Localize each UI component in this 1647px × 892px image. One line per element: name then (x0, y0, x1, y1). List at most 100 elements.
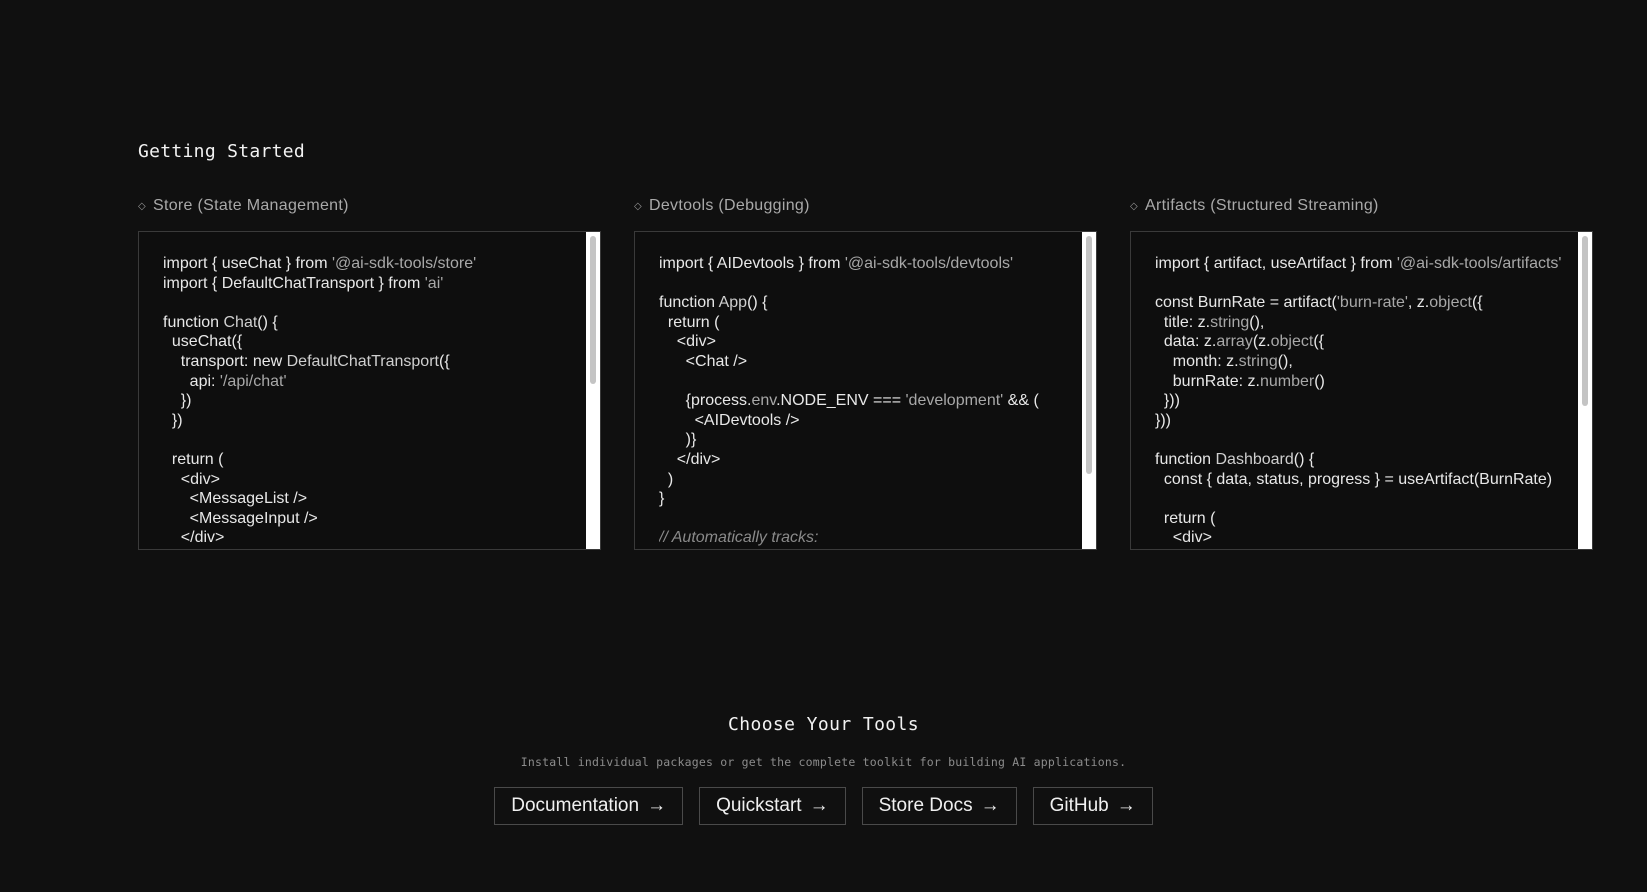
quickstart-button[interactable]: Quickstart → (699, 787, 846, 825)
code-token: Chat (223, 313, 258, 331)
code-token: ({ (438, 352, 450, 370)
documentation-button[interactable]: Documentation → (494, 787, 684, 825)
code-token: Dashboard (1215, 450, 1294, 468)
store-code: import { useChat } from '@ai-sdk-tools/s… (163, 254, 584, 548)
code-token: '/api/chat' (219, 372, 287, 390)
devtools-code-scrollbar[interactable] (1082, 232, 1096, 549)
code-token: function (163, 313, 224, 331)
code-line: month: z.string(), (1155, 352, 1576, 372)
code-line: } (659, 489, 1080, 509)
documentation-button-label: Documentation (511, 795, 640, 816)
code-line: useChat({ (163, 332, 584, 352)
code-token: '@ai-sdk-tools/artifacts' (1396, 255, 1562, 272)
artifacts-header: ◇ Artifacts (Structured Streaming) (1130, 195, 1593, 217)
devtools-code: import { AIDevtools } from '@ai-sdk-tool… (659, 254, 1080, 548)
store-docs-button-label: Store Docs (878, 795, 973, 816)
code-line: return ( (659, 313, 1080, 333)
devtools-header: ◇ Devtools (Debugging) (634, 195, 1097, 217)
code-token: (), (1277, 352, 1293, 370)
code-line: import { artifact, useArtifact } from '@… (1155, 254, 1576, 274)
code-token: string (1238, 352, 1278, 370)
code-token: return ( (1155, 509, 1216, 527)
code-token: {process. (659, 392, 752, 410)
code-line: function Dashboard() { (1155, 450, 1576, 470)
code-token: </div> (163, 529, 225, 547)
code-token: number (1259, 372, 1315, 390)
code-line: <MessageInput /> (163, 509, 584, 529)
artifacts-column: ◇ Artifacts (Structured Streaming) impor… (1130, 195, 1593, 550)
code-token: })) (1155, 392, 1180, 410)
code-token: useChat({ (163, 333, 243, 351)
code-token: import { AIDevtools } from (659, 255, 845, 272)
code-token: 'ai' (424, 274, 444, 292)
code-token: ) (659, 470, 674, 488)
artifacts-code-scroll-thumb[interactable] (1582, 236, 1588, 406)
code-token: }) (163, 392, 192, 410)
arrow-right-icon: → (647, 795, 667, 816)
code-token: )} (659, 431, 697, 449)
code-token: ({ (1471, 294, 1483, 312)
code-line: </div> (163, 528, 584, 548)
diamond-icon: ◇ (634, 200, 642, 212)
code-token: title: z. (1155, 313, 1211, 331)
code-token: .NODE_ENV === (776, 392, 906, 410)
choose-tools-subtitle: Install individual packages or get the c… (520, 755, 1127, 769)
code-token: }) (163, 411, 183, 429)
choose-tools-title: Choose Your Tools (727, 714, 920, 735)
code-line: data: z.array(z.object({ (1155, 332, 1576, 352)
code-token: () (1314, 372, 1325, 390)
code-token: </div> (659, 450, 721, 468)
code-token: return ( (659, 313, 720, 331)
store-docs-button[interactable]: Store Docs → (861, 787, 1017, 825)
code-token: burnRate: z. (1155, 372, 1260, 390)
code-line: return ( (1155, 509, 1576, 529)
artifacts-code-scrollbar[interactable] (1578, 232, 1592, 549)
code-line: <Chat /> (659, 352, 1080, 372)
code-token: (z. (1252, 333, 1271, 351)
code-line: function App() { (659, 293, 1080, 313)
arrow-right-icon: → (809, 795, 829, 816)
store-code-scroll-thumb[interactable] (590, 236, 596, 384)
code-line: function Chat() { (163, 313, 584, 333)
code-token: '@ai-sdk-tools/store' (331, 255, 477, 272)
code-line: {process.env.NODE_ENV === 'development' … (659, 391, 1080, 411)
arrow-right-icon: → (1116, 795, 1136, 816)
code-token: '@ai-sdk-tools/devtools' (844, 255, 1014, 272)
code-token: function (1155, 450, 1216, 468)
code-token: object (1270, 333, 1314, 351)
code-token: (), (1249, 313, 1265, 331)
code-line: // Automatically tracks: (659, 528, 1080, 548)
code-token: function (659, 294, 719, 312)
store-column: ◇ Store (State Management) import { useC… (138, 195, 601, 550)
store-code-scrollbar[interactable] (586, 232, 600, 549)
code-token: <Chat /> (659, 352, 748, 370)
store-code-block[interactable]: import { useChat } from '@ai-sdk-tools/s… (138, 231, 601, 550)
code-line: import { useChat } from '@ai-sdk-tools/s… (163, 254, 584, 274)
code-token: ({ (1313, 333, 1324, 351)
artifacts-code-block[interactable]: import { artifact, useArtifact } from '@… (1130, 231, 1593, 550)
code-token: transport: new (163, 352, 287, 370)
code-line: burnRate: z.number() (1155, 372, 1576, 392)
diamond-icon: ◇ (138, 200, 146, 212)
github-button[interactable]: GitHub → (1032, 787, 1153, 825)
page: Getting Started ◇ Store (State Managemen… (0, 0, 1647, 892)
code-line: <div> (1155, 528, 1576, 548)
code-line: transport: new DefaultChatTransport({ (163, 352, 584, 372)
code-token: 'burn-rate' (1336, 294, 1408, 312)
code-token: } (659, 490, 665, 508)
devtools-code-block[interactable]: import { AIDevtools } from '@ai-sdk-tool… (634, 231, 1097, 550)
code-token: const BurnRate = artifact( (1155, 294, 1337, 312)
code-token: App (718, 294, 748, 312)
code-line: return ( (163, 450, 584, 470)
code-line: import { DefaultChatTransport } from 'ai… (163, 274, 584, 294)
code-token: array (1216, 333, 1253, 351)
code-token: import { DefaultChatTransport } from (163, 274, 425, 292)
quickstart-button-label: Quickstart (716, 795, 802, 816)
devtools-code-scroll-thumb[interactable] (1086, 236, 1092, 474)
code-token: import { useChat } from (163, 255, 332, 272)
github-button-label: GitHub (1049, 795, 1109, 816)
